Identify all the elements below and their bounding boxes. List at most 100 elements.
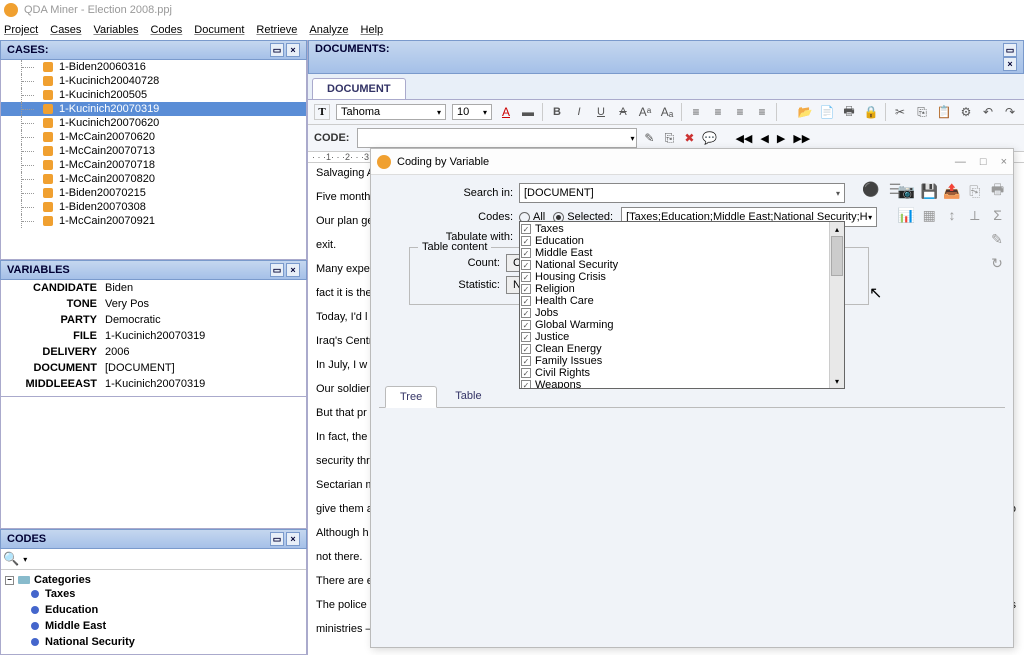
undo-icon[interactable]: ↶ [980,104,996,120]
dropdown-item[interactable]: ✓Clean Energy [521,343,828,355]
menu-cases[interactable]: Cases [50,24,81,36]
case-row[interactable]: 1-McCain20070620 [1,130,306,144]
font-color-icon[interactable]: A [498,104,514,120]
code-add-icon[interactable]: ⎘ [661,130,677,146]
superscript-icon[interactable]: Aᵃ [637,104,653,120]
highlight-icon[interactable]: ▬ [520,104,536,120]
checkbox-icon[interactable]: ✓ [521,272,531,282]
copy-result-icon[interactable]: ⎘ [965,181,984,201]
category-item[interactable]: Education [5,602,302,618]
align-left-icon[interactable]: ≡ [688,104,704,120]
checkbox-icon[interactable]: ✓ [521,356,531,366]
filter-icon[interactable]: ⟂ [965,205,984,225]
copy-doc-icon[interactable]: 📄 [819,104,835,120]
case-row[interactable]: 1-McCain20070820 [1,172,306,186]
tab-table[interactable]: Table [440,385,496,407]
categories-root[interactable]: − Categories [5,574,302,586]
category-item[interactable]: Middle East [5,618,302,634]
menu-project[interactable]: Project [4,24,38,36]
scroll-thumb[interactable] [831,236,843,276]
code-comment-icon[interactable]: 💬 [701,130,717,146]
nav-last-icon[interactable]: ▶▶ [793,132,810,145]
dropdown-item[interactable]: ✓Religion [521,283,828,295]
print-icon[interactable]: 🖶 [841,104,857,120]
codes-dropdown-list[interactable]: ✓Taxes✓Education✓Middle East✓National Se… [519,221,845,389]
dropdown-item[interactable]: ✓Education [521,235,828,247]
bold-icon[interactable]: B [549,104,565,120]
checkbox-icon[interactable]: ✓ [521,320,531,330]
fontsize-combo[interactable]: 10▾ [452,104,492,120]
vars-close-icon[interactable]: × [286,263,300,277]
case-row[interactable]: 1-Kucinich200505 [1,88,306,102]
checkbox-icon[interactable]: ✓ [521,368,531,378]
checkbox-icon[interactable]: ✓ [521,308,531,318]
category-item[interactable]: National Security [5,634,302,650]
nav-first-icon[interactable]: ◀◀ [735,132,752,145]
dropdown-item[interactable]: ✓Jobs [521,307,828,319]
align-justify-icon[interactable]: ≡ [754,104,770,120]
cases-close-icon[interactable]: × [286,43,300,57]
dropdown-scrollbar[interactable]: ▴ ▾ [829,222,844,388]
checkbox-icon[interactable]: ✓ [521,248,531,258]
align-center-icon[interactable]: ≡ [710,104,726,120]
dropdown-item[interactable]: ✓Weapons [521,379,828,389]
menu-help[interactable]: Help [361,24,384,36]
codes-close-icon[interactable]: × [286,532,300,546]
grid-icon[interactable]: ▦ [920,205,939,225]
menu-retrieve[interactable]: Retrieve [256,24,297,36]
code-input[interactable]: ▾ [357,128,637,148]
print-result-icon[interactable]: 🖶 [988,181,1007,201]
docs-close-icon[interactable]: × [1003,57,1017,71]
nav-prev-icon[interactable]: ◀ [760,132,768,145]
checkbox-icon[interactable]: ✓ [521,260,531,270]
edit-icon[interactable]: ✎ [987,229,1007,249]
dialog-minimize-icon[interactable]: — [955,156,966,168]
code-remove-icon[interactable]: ✖ [681,130,697,146]
cases-tree[interactable]: 1-Biden200603161-Kucinich200407281-Kucin… [0,60,307,260]
align-right-icon[interactable]: ≡ [732,104,748,120]
scroll-down-icon[interactable]: ▾ [830,374,844,388]
sort-icon[interactable]: ↕ [943,205,962,225]
checkbox-icon[interactable]: ✓ [521,296,531,306]
chart-icon[interactable]: 📊 [897,205,916,225]
dialog-close-icon[interactable]: × [1001,156,1007,168]
codes-search[interactable]: 🔍 ▾ [1,549,306,570]
dialog-titlebar[interactable]: Coding by Variable — □ × [371,149,1013,175]
refresh-icon[interactable]: ↻ [987,253,1007,273]
dialog-maximize-icon[interactable]: □ [980,156,987,168]
checkbox-icon[interactable]: ✓ [521,236,531,246]
codes-collapse-icon[interactable]: ▭ [270,532,284,546]
code-edit-icon[interactable]: ✎ [641,130,657,146]
case-row[interactable]: 1-McCain20070718 [1,158,306,172]
dropdown-item[interactable]: ✓Global Warming [521,319,828,331]
redo-icon[interactable]: ↷ [1002,104,1018,120]
dropdown-item[interactable]: ✓Family Issues [521,355,828,367]
save-icon[interactable]: 💾 [920,181,939,201]
case-row[interactable]: 1-Kucinich20040728 [1,74,306,88]
subscript-icon[interactable]: Aₐ [659,104,675,120]
search-dropdown-icon[interactable]: ▾ [23,555,27,564]
codes-pick-icon[interactable]: ⚫ [861,179,881,199]
checkbox-icon[interactable]: ✓ [521,332,531,342]
checkbox-icon[interactable]: ✓ [521,224,531,234]
case-row[interactable]: 1-Kucinich20070620 [1,116,306,130]
menu-codes[interactable]: Codes [150,24,182,36]
document-tab[interactable]: DOCUMENT [312,78,406,99]
font-icon[interactable]: T [314,104,330,120]
case-row[interactable]: 1-Biden20070215 [1,186,306,200]
checkbox-icon[interactable]: ✓ [521,344,531,354]
dropdown-item[interactable]: ✓Justice [521,331,828,343]
camera-icon[interactable]: 📷 [897,181,916,201]
case-row[interactable]: 1-McCain20070921 [1,214,306,228]
open-icon[interactable]: 📂 [797,104,813,120]
strike-icon[interactable]: A [615,104,631,120]
checkbox-icon[interactable]: ✓ [521,380,531,389]
case-row[interactable]: 1-Biden20070308 [1,200,306,214]
underline-icon[interactable]: U [593,104,609,120]
cut-icon[interactable]: ✂ [892,104,908,120]
category-item[interactable]: Taxes [5,586,302,602]
menu-analyze[interactable]: Analyze [309,24,348,36]
dropdown-item[interactable]: ✓Taxes [521,223,828,235]
export-icon[interactable]: 📤 [943,181,962,201]
menu-document[interactable]: Document [194,24,244,36]
